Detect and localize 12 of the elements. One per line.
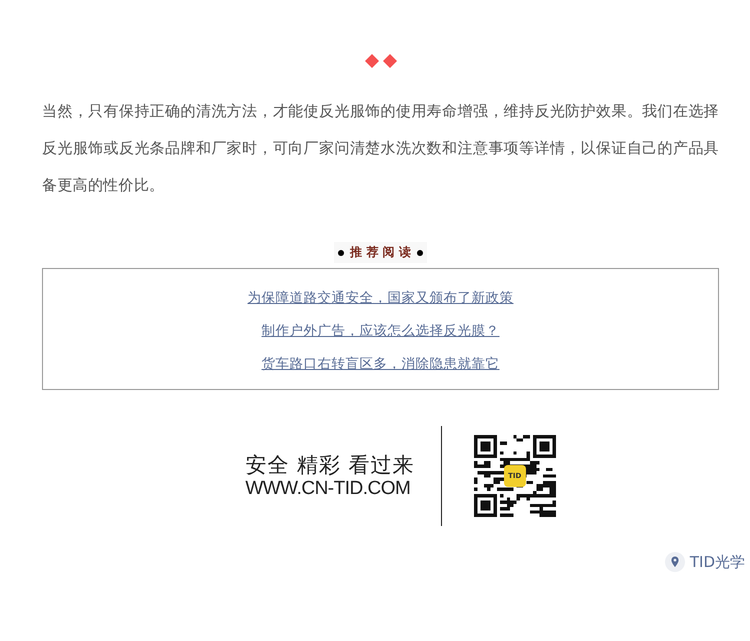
dot-icon bbox=[416, 250, 423, 256]
dot-icon bbox=[338, 250, 344, 256]
website-text: WWW.CN-TID.COM bbox=[245, 478, 410, 500]
section-heading-text: 推 荐 阅 读 bbox=[350, 244, 411, 261]
article-link[interactable]: 制作户外广告，应该怎么选择反光膜？ bbox=[262, 322, 500, 340]
article-paragraph: 当然，只有保持正确的清洗方法，才能使反光服饰的使用寿命增强，维持反光防护效果。我们在选择反光服饰或反光条品牌和厂家时，可向厂家问清楚水洗次数和注意事项等详情，以保证自己的产品具备更高的性价比。 bbox=[42, 101, 719, 196]
article-link[interactable]: 为保障道路交通安全，国家又颁布了新政策 bbox=[248, 289, 514, 307]
location-link[interactable]: TID光学 bbox=[664, 552, 745, 572]
article-link[interactable]: 货车路口右转盲区多，消除隐患就靠它 bbox=[262, 355, 500, 373]
diamond-icon bbox=[364, 53, 398, 69]
slogan-text: 安全 精彩 看过来 bbox=[245, 452, 415, 478]
location-pin-icon bbox=[664, 552, 685, 572]
